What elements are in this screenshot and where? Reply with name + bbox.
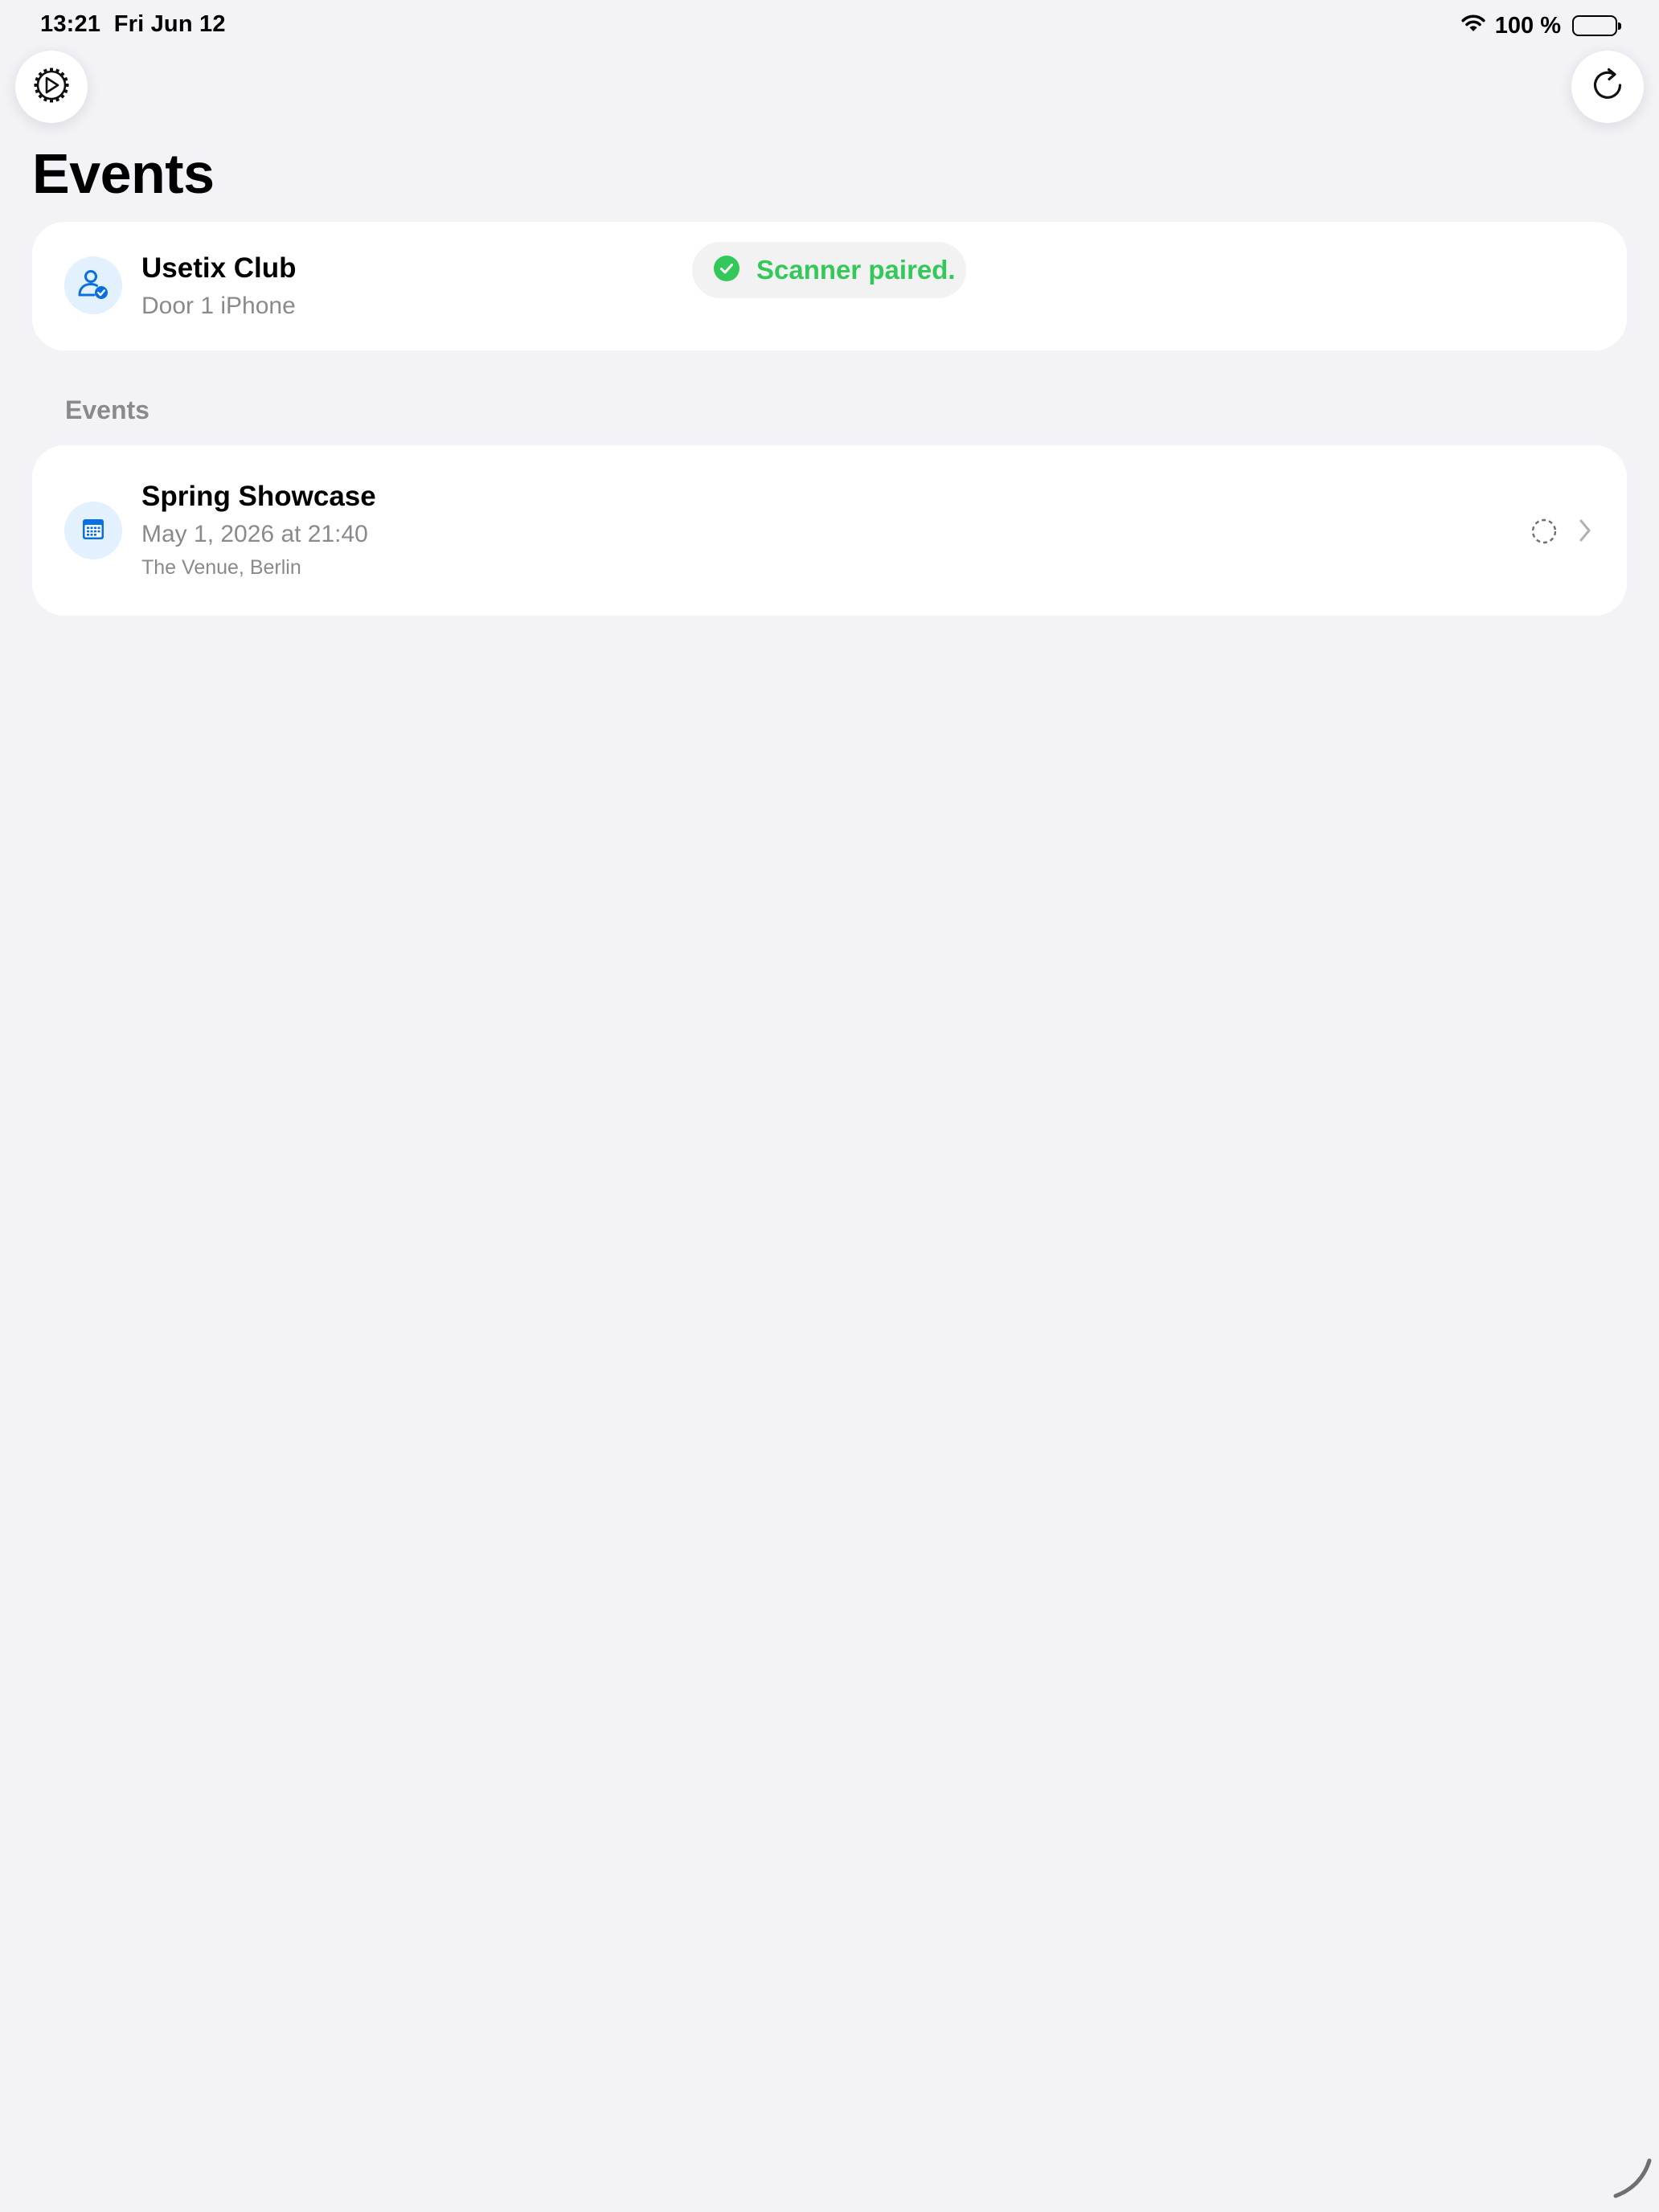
battery-icon: [1572, 15, 1621, 36]
organization-name: Usetix Club: [141, 252, 297, 284]
dashed-circle-icon: [1530, 518, 1558, 549]
refresh-icon: [1589, 67, 1626, 108]
settings-button[interactable]: [15, 51, 88, 123]
event-title: Spring Showcase: [141, 481, 376, 512]
corner-indicator-icon: [1608, 2154, 1656, 2206]
status-indicators: 100 %: [1460, 10, 1621, 42]
status-time: 13:21: [40, 11, 101, 37]
status-bar: 13:21 Fri Jun 12 100 %: [0, 0, 1659, 51]
chevron-right-icon: [1576, 518, 1594, 547]
gear-icon: [32, 66, 71, 109]
person-check-icon: [76, 266, 111, 305]
page-title: Events: [32, 142, 215, 205]
event-row-spring-showcase[interactable]: Spring Showcase May 1, 2026 at 21:40 The…: [32, 445, 1627, 616]
calendar-icon: [80, 516, 106, 546]
status-date: Fri Jun 12: [113, 11, 226, 37]
event-icon-badge: [64, 502, 122, 559]
event-date: May 1, 2026 at 21:40: [141, 521, 368, 547]
event-venue: The Venue, Berlin: [141, 556, 301, 579]
wifi-icon: [1460, 12, 1487, 39]
checkmark-circle-icon: [713, 255, 740, 286]
status-time-date: 13:21 Fri Jun 12: [40, 11, 226, 38]
battery-percentage: 100 %: [1494, 12, 1561, 39]
scanner-paired-toast: Scanner paired.: [692, 242, 966, 298]
device-name: Door 1 iPhone: [141, 293, 296, 319]
toast-message: Scanner paired.: [756, 255, 956, 285]
refresh-button[interactable]: [1571, 51, 1644, 123]
account-icon-badge: [64, 256, 122, 314]
events-section-header: Events: [65, 395, 150, 424]
